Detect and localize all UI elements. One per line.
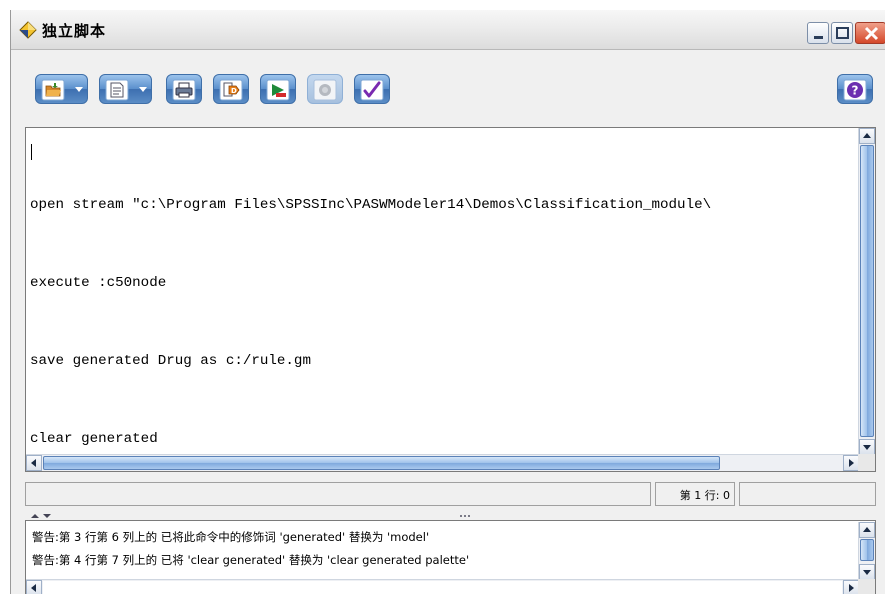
pane-splitter[interactable] [25,510,876,520]
status-extra-cell [739,482,876,506]
arrow-down-icon [863,570,871,575]
scrollbar-corner [858,454,875,471]
toolbar: D ? [11,51,885,118]
chevron-down-icon [139,87,147,92]
close-button[interactable] [855,22,885,44]
close-icon [864,26,879,41]
check-syntax-button[interactable] [354,74,390,104]
import-icon: D [219,79,243,101]
scroll-right-button[interactable] [843,455,859,471]
chevron-down-icon [75,87,83,92]
window-title: 独立脚本 [42,22,107,40]
title-bar[interactable]: 独立脚本 [11,10,885,50]
warning-message[interactable]: 警告:第 4 行第 7 列上的 已将 'clear generated' 替换为… [32,549,852,572]
editor-horizontal-scrollbar[interactable] [26,454,859,471]
arrow-up-icon [863,133,871,138]
vertical-scroll-thumb[interactable] [860,145,874,437]
warning-message[interactable]: 警告:第 3 行第 6 列上的 已将此命令中的修饰词 'generated' 替… [32,526,852,549]
print-button[interactable] [166,74,202,104]
arrow-up-icon [863,527,871,532]
scroll-right-button[interactable] [843,580,859,594]
maximize-icon [836,27,849,39]
folder-open-icon [41,79,65,101]
scroll-left-button[interactable] [26,580,42,594]
maximize-button[interactable] [831,22,853,44]
document-save-icon [105,79,129,101]
code-line: open stream "c:\Program Files\SPSSInc\PA… [30,197,712,213]
script-diamond-icon [19,21,37,39]
arrow-left-icon [31,459,36,467]
cursor-position-cell: 第 1 行: 0 [655,482,735,506]
stop-icon [313,79,337,101]
code-line: clear generated [30,431,158,447]
scroll-down-button[interactable] [859,564,875,580]
scroll-up-button[interactable] [859,128,875,144]
scroll-down-button[interactable] [859,439,875,455]
scroll-up-button[interactable] [859,522,875,538]
scrollbar-corner [858,579,875,594]
code-line: save generated Drug as c:/rule.gm [30,353,311,369]
status-bar: 第 1 行: 0 [25,482,876,508]
minimize-icon [814,36,823,39]
message-horizontal-scrollbar[interactable] [26,579,859,594]
text-caret [31,144,32,160]
import-script-button[interactable]: D [213,74,249,104]
svg-text:D: D [231,87,237,95]
open-file-button[interactable] [35,74,88,104]
arrow-left-icon [31,584,36,592]
scroll-left-button[interactable] [26,455,42,471]
minimize-button[interactable] [807,22,829,44]
script-text[interactable]: open stream "c:\Program Files\SPSSInc\PA… [30,140,860,504]
arrow-right-icon [849,459,854,467]
message-vertical-scrollbar[interactable] [858,522,875,580]
horizontal-scroll-track[interactable] [43,581,842,594]
run-icon [266,79,290,101]
script-editor[interactable]: open stream "c:\Program Files\SPSSInc\PA… [25,127,876,472]
vertical-scroll-thumb[interactable] [860,539,874,561]
help-icon: ? [843,79,867,101]
horizontal-scroll-thumb[interactable] [43,456,720,470]
status-message-cell [25,482,651,506]
cursor-position: 第 1 行: 0 [679,489,730,502]
stop-button[interactable] [307,74,343,104]
arrow-right-icon [849,584,854,592]
message-panel[interactable]: 警告:第 3 行第 6 列上的 已将此命令中的修饰词 'generated' 替… [25,520,876,594]
code-line: execute :c50node [30,275,167,291]
message-list: 警告:第 3 行第 6 列上的 已将此命令中的修饰词 'generated' 替… [32,526,852,572]
checkmark-icon [360,79,384,101]
editor-vertical-scrollbar[interactable] [858,128,875,455]
run-script-button[interactable] [260,74,296,104]
printer-icon [172,79,196,101]
save-file-button[interactable] [99,74,152,104]
arrow-down-icon [863,445,871,450]
help-button[interactable]: ? [837,74,873,104]
svg-text:?: ? [852,84,859,98]
standalone-script-window: 独立脚本 D ? open stream "c:\Program Files\S… [10,10,885,594]
